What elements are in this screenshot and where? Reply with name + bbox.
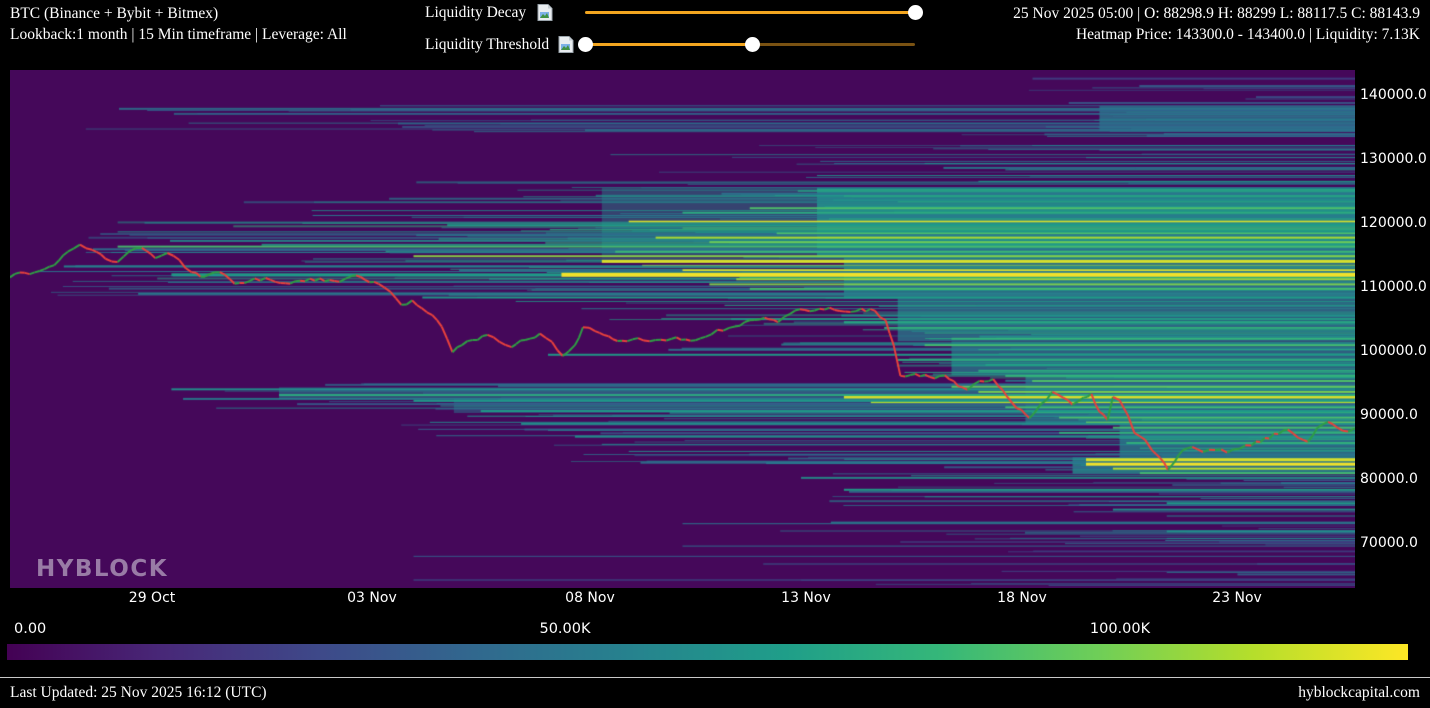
site-credit-text: hyblockcapital.com bbox=[1298, 684, 1420, 702]
colorbar-gradient bbox=[7, 644, 1408, 660]
liquidity-decay-slider-track[interactable] bbox=[585, 11, 915, 14]
liquidity-decay-label: Liquidity Decay bbox=[425, 4, 526, 22]
liquidity-decay-slider-thumb[interactable] bbox=[908, 5, 923, 20]
symbol-title: BTC (Binance + Bybit + Bitmex) bbox=[10, 3, 347, 24]
x-tick-label: 08 Nov bbox=[565, 590, 615, 606]
liquidity-threshold-slider-fill bbox=[585, 43, 753, 46]
heatmap-price-readout: Heatmap Price: 143300.0 - 143400.0 | Liq… bbox=[1013, 24, 1420, 45]
last-updated-text: Last Updated: 25 Nov 2025 16:12 (UTC) bbox=[10, 684, 267, 702]
y-tick-label: 80000.0 bbox=[1360, 471, 1418, 487]
x-tick-label: 18 Nov bbox=[997, 590, 1047, 606]
liquidity-threshold-label: Liquidity Threshold bbox=[425, 36, 549, 54]
y-tick-label: 130000.0 bbox=[1360, 151, 1427, 167]
x-tick-label: 23 Nov bbox=[1212, 590, 1262, 606]
x-tick-label: 29 Oct bbox=[129, 590, 175, 606]
y-tick-label: 90000.0 bbox=[1360, 407, 1418, 423]
settings-line: Lookback:1 month | 15 Min timeframe | Le… bbox=[10, 24, 347, 45]
broken-image-icon bbox=[537, 4, 553, 21]
colorbar-tick-label: 100.00K bbox=[1090, 621, 1150, 637]
y-tick-label: 120000.0 bbox=[1360, 215, 1427, 231]
broken-image-icon bbox=[558, 36, 574, 53]
y-tick-label: 110000.0 bbox=[1360, 279, 1427, 295]
colorbar-tick-label: 50.00K bbox=[539, 621, 590, 637]
x-tick-label: 03 Nov bbox=[347, 590, 397, 606]
liquidity-threshold-slider-thumb-high[interactable] bbox=[745, 37, 760, 52]
hyblock-watermark: HYBLOCK bbox=[36, 556, 168, 582]
liquidation-heatmap-canvas[interactable] bbox=[10, 70, 1355, 588]
header-left: BTC (Binance + Bybit + Bitmex) Lookback:… bbox=[10, 3, 347, 45]
y-tick-label: 100000.0 bbox=[1360, 343, 1427, 359]
header-right: 25 Nov 2025 05:00 | O: 88298.9 H: 88299 … bbox=[1013, 3, 1420, 45]
footer-divider bbox=[0, 677, 1430, 678]
y-tick-label: 70000.0 bbox=[1360, 535, 1418, 551]
hyblock-liquidation-heatmap-page: { "header": { "symbol_line": "BTC (Binan… bbox=[0, 0, 1430, 708]
ohlc-readout: 25 Nov 2025 05:00 | O: 88298.9 H: 88299 … bbox=[1013, 3, 1420, 24]
liquidity-threshold-slider-thumb-low[interactable] bbox=[578, 37, 593, 52]
x-tick-label: 13 Nov bbox=[781, 590, 831, 606]
colorbar-tick-label: 0.00 bbox=[14, 621, 46, 637]
y-tick-label: 140000.0 bbox=[1360, 87, 1427, 103]
